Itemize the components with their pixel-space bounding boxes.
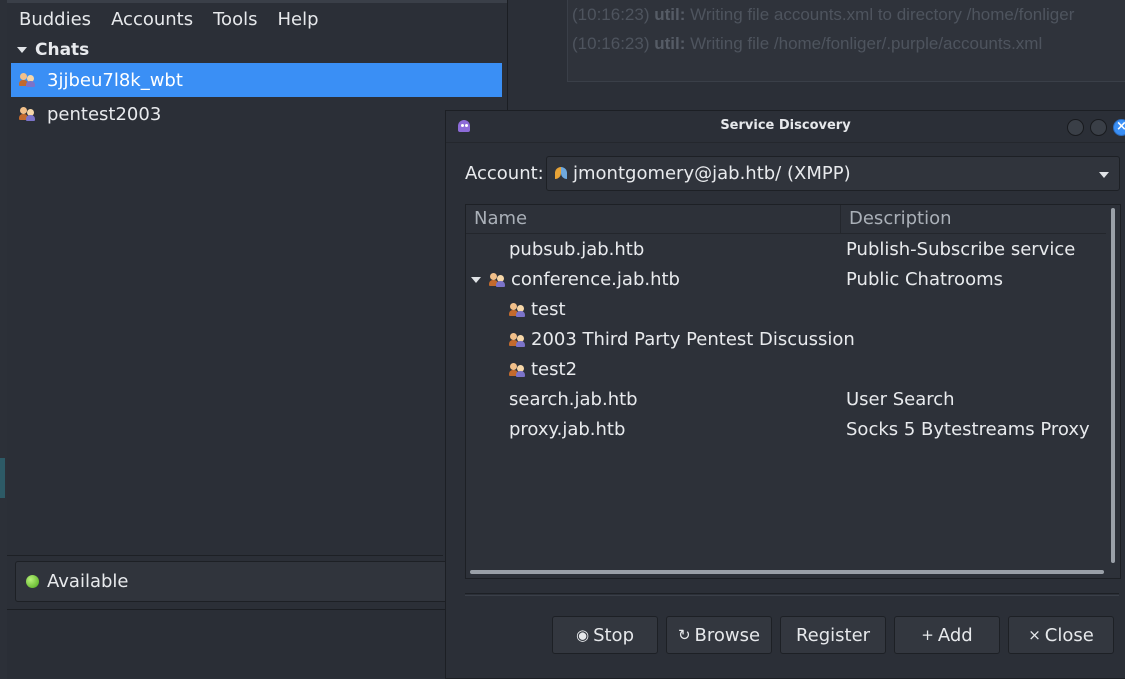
debug-window: (10:16:23) util: Writing file accounts.x… bbox=[507, 0, 1125, 110]
close-icon: × bbox=[1028, 626, 1041, 644]
vertical-scrollbar[interactable] bbox=[1111, 208, 1115, 563]
row-description: Socks 5 Bytestreams Proxy bbox=[846, 419, 1090, 440]
tree-row[interactable]: test2 bbox=[466, 355, 1106, 385]
row-name: conference.jab.htb bbox=[471, 269, 680, 290]
column-header-name[interactable]: Name bbox=[466, 205, 841, 233]
menu-help[interactable]: Help bbox=[277, 9, 318, 30]
status-selector[interactable]: Available bbox=[15, 561, 458, 602]
log-module: util: bbox=[654, 34, 686, 53]
dialog-title: Service Discovery bbox=[720, 118, 851, 133]
row-name-text: pubsub.jab.htb bbox=[509, 239, 645, 260]
log-line: (10:16:23) util: Writing file accounts.x… bbox=[572, 0, 1125, 29]
buddy-list-window: Buddies Accounts Tools Help Chats 3jjbeu… bbox=[7, 0, 508, 610]
menu-accounts[interactable]: Accounts bbox=[111, 9, 193, 30]
log-time: (10:16:23) bbox=[572, 34, 650, 53]
close-window-button[interactable]: × bbox=[1113, 119, 1125, 136]
chat-icon bbox=[19, 73, 35, 87]
chat-icon bbox=[19, 107, 35, 121]
window-top-edge bbox=[7, 0, 507, 3]
group-header-chats[interactable]: Chats bbox=[11, 38, 506, 62]
browse-button[interactable]: ↻ Browse bbox=[666, 616, 772, 654]
available-status-icon bbox=[26, 575, 39, 588]
chat-name: 3jjbeu7l8k_wbt bbox=[47, 69, 183, 91]
stop-icon: ◉ bbox=[575, 626, 590, 644]
row-description: Publish-Subscribe service bbox=[846, 239, 1076, 260]
dialog-titlebar[interactable]: Service Discovery × bbox=[446, 111, 1125, 143]
row-name-text: 2003 Third Party Pentest Discussion bbox=[531, 329, 855, 350]
debug-log-panel: (10:16:23) util: Writing file accounts.x… bbox=[567, 0, 1125, 82]
row-name-text: test2 bbox=[531, 359, 578, 380]
row-name-text: conference.jab.htb bbox=[511, 269, 680, 290]
row-name: 2003 Third Party Pentest Discussion bbox=[509, 329, 855, 350]
row-name-text: test bbox=[531, 299, 566, 320]
horizontal-scrollbar[interactable] bbox=[470, 570, 1104, 574]
row-name-text: search.jab.htb bbox=[509, 389, 638, 410]
chat-icon bbox=[509, 302, 525, 317]
register-button[interactable]: Register bbox=[780, 616, 886, 654]
tree-row[interactable]: proxy.jab.htb Socks 5 Bytestreams Proxy bbox=[466, 415, 1106, 445]
row-description: Public Chatrooms bbox=[846, 269, 1003, 290]
expander-triangle-icon[interactable] bbox=[471, 276, 481, 283]
register-label: Register bbox=[795, 624, 871, 646]
button-separator bbox=[465, 593, 1119, 596]
row-name: test bbox=[509, 299, 566, 320]
log-text: Writing file accounts.xml to directory /… bbox=[690, 5, 1075, 24]
row-name: test2 bbox=[509, 359, 577, 380]
refresh-icon: ↻ bbox=[677, 626, 691, 644]
chat-item[interactable]: 3jjbeu7l8k_wbt bbox=[11, 63, 502, 97]
log-time: (10:16:23) bbox=[572, 5, 650, 24]
add-button[interactable]: + Add bbox=[894, 616, 1000, 654]
service-discovery-dialog: Service Discovery × Account: jmontgomery… bbox=[445, 110, 1125, 679]
stop-button[interactable]: ◉ Stop bbox=[552, 616, 658, 654]
chat-icon bbox=[509, 362, 525, 377]
background-window-accent bbox=[0, 458, 5, 498]
background-window-edge bbox=[0, 0, 7, 679]
chat-icon bbox=[489, 272, 505, 287]
chat-item[interactable]: pentest2003 bbox=[11, 97, 502, 131]
minimize-button[interactable] bbox=[1067, 119, 1084, 136]
add-label: Add bbox=[937, 624, 973, 646]
status-label: Available bbox=[47, 571, 129, 592]
chat-icon bbox=[509, 332, 525, 347]
chevron-down-icon bbox=[1099, 172, 1109, 178]
chat-name: pentest2003 bbox=[47, 103, 162, 125]
stop-label: Stop bbox=[593, 624, 634, 646]
group-label: Chats bbox=[35, 40, 90, 60]
menu-buddies[interactable]: Buddies bbox=[19, 9, 91, 30]
account-label: Account: bbox=[465, 163, 544, 184]
plus-icon: + bbox=[921, 626, 934, 644]
tree-row[interactable]: search.jab.htb User Search bbox=[466, 385, 1106, 415]
close-button[interactable]: × Close bbox=[1008, 616, 1114, 654]
expand-triangle-icon[interactable] bbox=[17, 47, 27, 53]
browse-label: Browse bbox=[694, 624, 761, 646]
menu-bar: Buddies Accounts Tools Help bbox=[7, 0, 507, 38]
maximize-button[interactable] bbox=[1090, 119, 1107, 136]
menu-tools[interactable]: Tools bbox=[213, 9, 257, 30]
row-name: pubsub.jab.htb bbox=[509, 239, 644, 260]
log-line: (10:16:23) util: Writing file /home/fonl… bbox=[572, 29, 1125, 58]
row-name: proxy.jab.htb bbox=[509, 419, 625, 440]
row-name: search.jab.htb bbox=[509, 389, 638, 410]
row-description: User Search bbox=[846, 389, 955, 410]
column-header-description[interactable]: Description bbox=[841, 205, 952, 233]
tree-row[interactable]: 2003 Third Party Pentest Discussion bbox=[466, 325, 1106, 355]
account-value: jmontgomery@jab.htb/ (XMPP) bbox=[573, 163, 851, 184]
tree-header: Name Description bbox=[466, 205, 1106, 234]
tree-row[interactable]: pubsub.jab.htb Publish-Subscribe service bbox=[466, 235, 1106, 265]
account-selector[interactable]: jmontgomery@jab.htb/ (XMPP) bbox=[546, 156, 1120, 191]
log-module: util: bbox=[654, 5, 686, 24]
services-tree[interactable]: Name Description pubsub.jab.htb Publish-… bbox=[465, 204, 1121, 579]
tree-row[interactable]: conference.jab.htb Public Chatrooms bbox=[466, 265, 1106, 295]
status-divider bbox=[7, 555, 443, 556]
close-label: Close bbox=[1044, 624, 1094, 646]
log-text: Writing file /home/fonliger/.purple/acco… bbox=[690, 34, 1043, 53]
xmpp-icon bbox=[555, 166, 567, 181]
row-name-text: proxy.jab.htb bbox=[509, 419, 626, 440]
tree-row[interactable]: test bbox=[466, 295, 1106, 325]
